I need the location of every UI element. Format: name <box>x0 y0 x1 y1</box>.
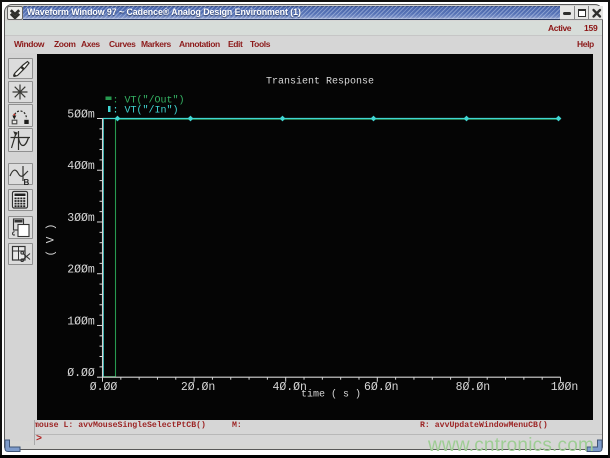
svg-text:1ØØm: 1ØØm <box>67 315 95 328</box>
svg-text:2ØØm: 2ØØm <box>67 264 95 277</box>
svg-text:5ØØm: 5ØØm <box>67 108 95 121</box>
svg-text:6Ø.Øn: 6Ø.Øn <box>364 381 399 394</box>
svg-text:8Ø.Øn: 8Ø.Øn <box>455 381 490 394</box>
svg-text:Ø.ØØ: Ø.ØØ <box>67 367 95 380</box>
svg-text:Ø.ØØ: Ø.ØØ <box>89 381 117 394</box>
svg-text:time ( s ): time ( s ) <box>300 389 360 401</box>
svg-text:Transient Response: Transient Response <box>265 75 373 87</box>
svg-text:( V ): ( V ) <box>45 223 57 256</box>
svg-text:VT("/In"): VT("/In") <box>124 105 178 117</box>
svg-text:1ØØn: 1ØØn <box>550 381 578 394</box>
svg-text:4ØØm: 4ØØm <box>67 160 95 173</box>
svg-text:2Ø.Øn: 2Ø.Øn <box>180 381 215 394</box>
svg-text::: : <box>112 106 118 117</box>
svg-text:3ØØm: 3ØØm <box>67 212 95 225</box>
svg-text:B: B <box>24 178 30 186</box>
